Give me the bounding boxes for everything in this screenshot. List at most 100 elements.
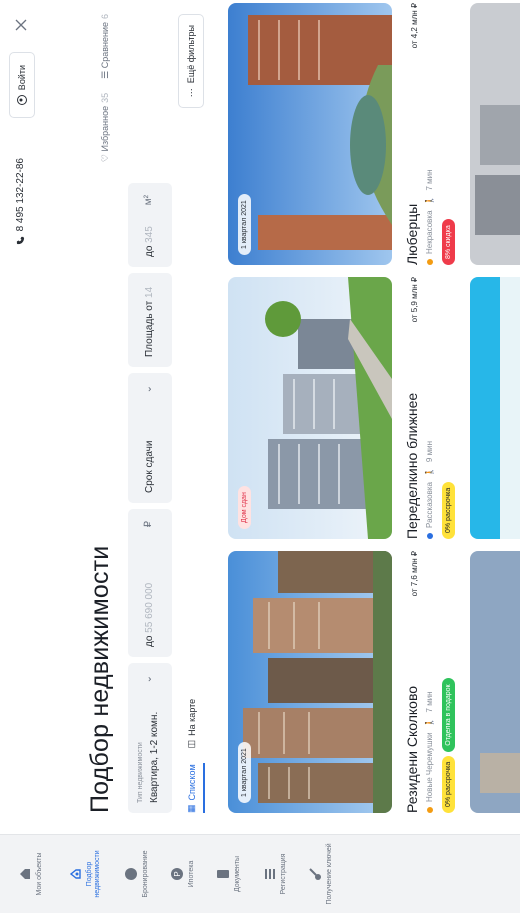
sidebar-item-label: Ипотека xyxy=(188,860,195,888)
price-input[interactable]: до 55 690 000 ₽ xyxy=(128,509,172,657)
promo-chip: 0% рассрочка xyxy=(442,755,455,813)
tab-list[interactable]: ▦ Списком xyxy=(186,764,197,813)
property-card[interactable]: 1 квартал 2021 Люберцы от 4,2 млн ₽ Некр… xyxy=(228,3,455,265)
property-price: от 4,2 млн ₽ xyxy=(410,3,419,49)
favorites-link[interactable]: ♡ Избранное35 xyxy=(100,93,111,162)
property-photo[interactable] xyxy=(470,551,520,813)
compare-link[interactable]: ☰ Сравнение6 xyxy=(100,14,111,79)
document-icon xyxy=(217,870,229,878)
price-value: 55 690 000 xyxy=(144,582,155,633)
handover-badge: 1 квартал 2021 xyxy=(238,194,251,255)
active-tab-indicator xyxy=(203,763,205,813)
property-photo[interactable] xyxy=(470,3,520,265)
sidebar-item-label: Регистрация xyxy=(280,853,287,895)
currency-symbol: ₽ xyxy=(143,521,154,528)
property-card[interactable]: Дом сдан Переделкино ближнее от 5,9 млн … xyxy=(228,277,455,539)
property-card[interactable]: 1 квартал 2021 Резидени Сколково от 7,6 … xyxy=(228,551,455,813)
app-window: Мои объекты Подбор недвижимости Брониров… xyxy=(0,0,520,913)
tab-map-label: На карте xyxy=(186,698,197,736)
property-price: от 5,9 млн ₽ xyxy=(410,277,419,323)
sidebar-item-label: Мои объекты xyxy=(36,852,43,896)
view-tabs: ▦ Списком ◫ На карте xyxy=(186,699,197,813)
key-icon xyxy=(309,868,321,880)
property-photo: 1 квартал 2021 xyxy=(228,3,392,265)
registration-icon xyxy=(265,869,275,879)
sidebar-item-label: Бронирование xyxy=(142,850,149,898)
screen: Мои объекты Подбор недвижимости Брониров… xyxy=(0,0,520,913)
property-type-select[interactable]: Тип недвижимости Квартира, 1-2 комн. ⌄ xyxy=(128,663,172,813)
property-photo: Дом сдан xyxy=(228,277,392,539)
booking-icon xyxy=(125,868,137,880)
deadline-label: Срок сдачи xyxy=(144,440,155,493)
deadline-select[interactable]: Срок сдачи ⌄ xyxy=(128,373,172,503)
property-name: Резидени Сколково xyxy=(404,685,420,813)
sidebar-item-keys[interactable]: Получение ключей xyxy=(308,835,334,913)
favorites-count: 35 xyxy=(100,92,110,103)
property-cards-next-row xyxy=(470,3,520,813)
metro-line-dot xyxy=(426,259,433,265)
compare-label: Сравнение xyxy=(100,22,110,69)
dots-icon: ⋯ xyxy=(185,88,196,98)
area-from-input[interactable]: Площадь от 14 xyxy=(128,273,172,367)
area-from: 14 xyxy=(144,286,155,298)
area-to-input[interactable]: до 345 м² xyxy=(128,183,172,267)
property-name: Люберцы xyxy=(404,203,420,265)
favorites-label: Избранное xyxy=(100,105,110,152)
walk-icon: 🚶 xyxy=(425,467,434,478)
property-type-label: Тип недвижимости xyxy=(137,742,144,803)
percent-icon: P xyxy=(171,868,183,880)
sidebar-item-documents[interactable]: Документы xyxy=(216,835,242,913)
close-button[interactable] xyxy=(8,12,34,38)
sidebar-item-my-objects[interactable]: Мои объекты xyxy=(18,835,44,913)
walk-time: 9 мин xyxy=(425,441,434,463)
metro-line-dot xyxy=(426,807,433,813)
walk-icon: 🚶 xyxy=(425,717,434,728)
phone-icon xyxy=(16,237,25,245)
walk-icon: 🚶 xyxy=(425,195,434,206)
login-button[interactable]: Войти xyxy=(9,52,35,119)
price-prefix: до xyxy=(144,635,155,647)
login-label: Войти xyxy=(17,65,27,91)
walk-time: 7 мин xyxy=(425,691,434,713)
house-icon xyxy=(20,869,30,879)
sidebar-item-mortgage[interactable]: P Ипотека xyxy=(170,835,196,913)
grid-icon: ▦ xyxy=(186,804,196,813)
property-price: от 7,6 млн ₽ xyxy=(410,551,419,597)
home-search-icon xyxy=(69,869,81,879)
chevron-down-icon: ⌄ xyxy=(143,675,154,684)
area-to-prefix: до xyxy=(144,245,155,257)
sidebar-item-registration[interactable]: Регистрация xyxy=(262,835,288,913)
promo-chip: 8% скидка xyxy=(442,219,455,265)
tab-map[interactable]: ◫ На карте xyxy=(186,699,197,749)
sidebar-item-label: Получение ключей xyxy=(326,843,333,905)
sidebar: Мои объекты Подбор недвижимости Брониров… xyxy=(0,834,520,913)
property-name: Переделкино ближнее xyxy=(404,392,420,539)
phone-number: 8 495 132-22-86 xyxy=(15,158,26,232)
metro-station: Рассказовка xyxy=(425,482,434,528)
more-filters-button[interactable]: ⋯ Ещё фильтры xyxy=(178,14,204,109)
walk-time: 7 мин xyxy=(425,169,434,191)
favorites-compare: ♡ Избранное35 ☰ Сравнение6 xyxy=(100,14,111,162)
area-unit: м² xyxy=(143,195,154,206)
metro-station: Новые Черемушки xyxy=(425,732,434,802)
sidebar-item-property-search[interactable]: Подбор недвижимости xyxy=(68,835,102,913)
tab-list-label: Списком xyxy=(186,764,197,801)
status-badge: Дом сдан xyxy=(238,486,251,529)
page-title: Подбор недвижимости xyxy=(86,545,114,813)
topbar: 8 495 132-22-86 Войти xyxy=(0,0,44,835)
svg-text:P: P xyxy=(173,871,182,876)
more-filters-label: Ещё фильтры xyxy=(186,25,196,84)
filter-bar: Тип недвижимости Квартира, 1-2 комн. ⌄ д… xyxy=(128,14,172,813)
property-type-value: Квартира, 1-2 комн. xyxy=(149,711,160,803)
compare-count: 6 xyxy=(100,14,110,20)
phone-link[interactable]: 8 495 132-22-86 xyxy=(15,158,26,245)
property-photo[interactable] xyxy=(470,277,520,539)
area-label: Площадь от xyxy=(144,300,155,357)
promo-chip: 0% рассрочка xyxy=(442,481,455,539)
close-icon xyxy=(15,19,27,31)
metro-station: Некрасовка xyxy=(425,210,434,254)
property-photo: 1 квартал 2021 xyxy=(228,551,392,813)
user-icon xyxy=(17,95,27,106)
area-to: 345 xyxy=(144,226,155,243)
sidebar-item-booking[interactable]: Бронирование xyxy=(124,835,150,913)
